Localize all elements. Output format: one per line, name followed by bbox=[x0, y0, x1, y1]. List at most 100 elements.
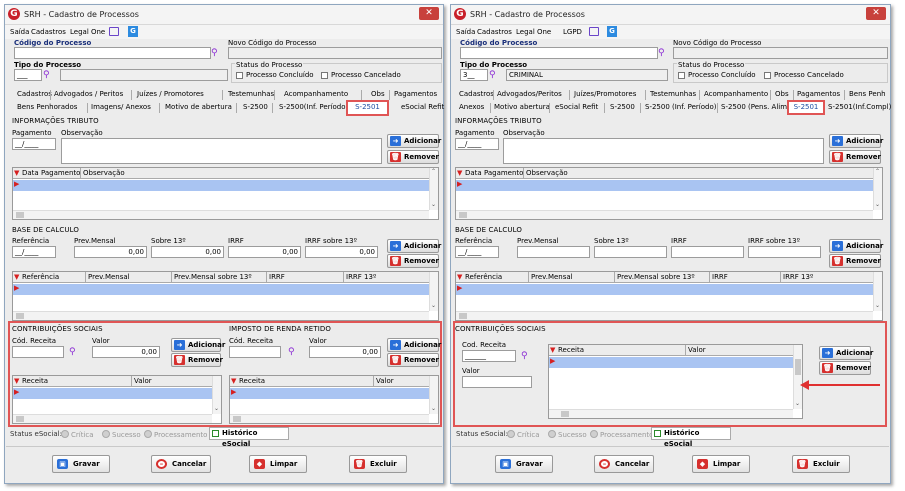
remover-button[interactable]: 🗑 Remover bbox=[387, 150, 439, 164]
tab-bens-penhorados[interactable]: Bens Penhorados bbox=[17, 103, 77, 111]
cancelado-checkbox[interactable] bbox=[321, 72, 328, 79]
monitor-icon[interactable] bbox=[589, 27, 599, 36]
table-row[interactable]: ▶ bbox=[456, 180, 873, 191]
table-row[interactable]: ▶ bbox=[549, 357, 793, 368]
tab-acompanhamento[interactable]: Acompanhamento bbox=[284, 90, 348, 98]
pagamento-input[interactable]: __/____ bbox=[12, 138, 56, 150]
tab-bens[interactable]: Bens Penh bbox=[849, 90, 886, 98]
sucesso-radio[interactable] bbox=[548, 430, 556, 438]
monitor-icon[interactable] bbox=[109, 27, 119, 36]
remover-button[interactable]: 🗑 Remover bbox=[387, 353, 439, 367]
observacao-input[interactable] bbox=[61, 138, 382, 164]
irrf13-input[interactable] bbox=[748, 246, 821, 258]
tab-esocial-refit[interactable]: eSocial Refit bbox=[555, 103, 598, 111]
tab-esocial-refit[interactable]: eSocial Refit bbox=[401, 103, 444, 111]
search-icon[interactable]: ⚲ bbox=[521, 351, 531, 361]
tab-pagamentos[interactable]: Pagamentos bbox=[394, 90, 437, 98]
remover-button[interactable]: 🗑 Remover bbox=[171, 353, 223, 367]
codigo-input[interactable] bbox=[460, 47, 658, 59]
prev-mensal-input[interactable]: 0,00 bbox=[74, 246, 147, 258]
referencia-input[interactable]: __/____ bbox=[12, 246, 56, 258]
contrib-grid[interactable]: ▼ Receita Valor ▶ ⌄ bbox=[12, 375, 222, 424]
adicionar-button[interactable]: ➜ Adicionar bbox=[819, 346, 873, 360]
valor-input[interactable]: 0,00 bbox=[92, 346, 160, 358]
tab-juizes[interactable]: Juízes / Promotores bbox=[137, 90, 204, 98]
tab-testemunhas[interactable]: Testemunhas bbox=[650, 90, 696, 98]
tab-advogados[interactable]: Advogados / Peritos bbox=[54, 90, 123, 98]
tab-s2500[interactable]: S-2500 bbox=[610, 103, 635, 111]
tab-pagamentos[interactable]: Pagamentos bbox=[797, 90, 840, 98]
remover-button[interactable]: 🗑 Remover bbox=[387, 254, 439, 268]
limpar-button[interactable]: ◆ Limpar bbox=[692, 455, 750, 473]
concluido-checkbox[interactable] bbox=[236, 72, 243, 79]
pagamento-grid[interactable]: ▼ Data Pagamento Observação ▶ ⌃ ⌄ bbox=[455, 167, 883, 220]
tab-cadastros[interactable]: Cadastros bbox=[17, 90, 52, 98]
menu-legal-one[interactable]: Legal One bbox=[70, 28, 105, 36]
tab-obs[interactable]: Obs bbox=[775, 90, 789, 98]
tab-acompanhamento[interactable]: Acompanhamento bbox=[704, 90, 768, 98]
table-row[interactable]: ▶ bbox=[13, 284, 429, 295]
tab-anexos[interactable]: Anexos bbox=[459, 103, 484, 111]
tab-juizes[interactable]: Juízes/Promotores bbox=[574, 90, 636, 98]
app-icon[interactable]: G bbox=[128, 26, 138, 37]
adicionar-button[interactable]: ➜ Adicionar bbox=[829, 134, 883, 148]
menu-lgpd[interactable]: LGPD bbox=[563, 28, 582, 36]
search-icon[interactable]: ⚲ bbox=[211, 48, 221, 58]
menu-legal-one[interactable]: Legal One bbox=[516, 28, 551, 36]
irrf-input[interactable]: 0,00 bbox=[228, 246, 301, 258]
menu-saida[interactable]: Saída bbox=[10, 28, 29, 36]
tab-s2500-periodo[interactable]: S-2500(Inf. Período) bbox=[279, 103, 348, 111]
referencia-input[interactable]: __/____ bbox=[455, 246, 499, 258]
novo-codigo-input[interactable] bbox=[228, 47, 442, 59]
pagamento-grid[interactable]: ▼ Data Pagamento Observação ▶ ⌃ ⌄ bbox=[12, 167, 439, 220]
adicionar-button[interactable]: ➜ Adicionar bbox=[387, 239, 441, 253]
tab-s2500[interactable]: S-2500 bbox=[243, 103, 268, 111]
cod-receita-input[interactable] bbox=[229, 346, 281, 358]
cancelar-button[interactable]: – Cancelar bbox=[151, 455, 211, 473]
search-icon[interactable]: ⚲ bbox=[43, 70, 53, 80]
gravar-button[interactable]: ▣ Gravar bbox=[52, 455, 110, 473]
menu-cadastros[interactable]: Cadastros bbox=[477, 28, 512, 36]
tab-testemunhas[interactable]: Testemunhas bbox=[228, 90, 274, 98]
tipo-input[interactable]: 3__ bbox=[460, 69, 488, 81]
cod-receita-input[interactable] bbox=[12, 346, 64, 358]
irrf13-input[interactable]: 0,00 bbox=[305, 246, 378, 258]
search-icon[interactable]: ⚲ bbox=[489, 70, 499, 80]
valor-input[interactable]: 0,00 bbox=[309, 346, 381, 358]
table-row[interactable]: ▶ bbox=[13, 388, 212, 399]
prev-mensal-input[interactable] bbox=[517, 246, 590, 258]
remover-button[interactable]: 🗑 Remover bbox=[829, 254, 881, 268]
close-icon[interactable]: ✕ bbox=[866, 7, 886, 20]
remover-button[interactable]: 🗑 Remover bbox=[819, 361, 871, 375]
app-icon[interactable]: G bbox=[607, 26, 617, 37]
gravar-button[interactable]: ▣ Gravar bbox=[495, 455, 553, 473]
tab-cadastros[interactable]: Cadastros bbox=[459, 90, 494, 98]
tab-s2500-pens[interactable]: S-2500 (Pens. Alim) bbox=[721, 103, 790, 111]
critica-radio[interactable] bbox=[507, 430, 515, 438]
search-icon[interactable]: ⚲ bbox=[288, 347, 298, 357]
adicionar-button[interactable]: ➜ Adicionar bbox=[829, 239, 883, 253]
menu-saida[interactable]: Saída bbox=[456, 28, 475, 36]
table-row[interactable]: ▶ bbox=[13, 180, 429, 191]
tipo-input[interactable]: ___ bbox=[14, 69, 42, 81]
novo-codigo-input[interactable] bbox=[673, 47, 888, 59]
tab-s2501-selected[interactable]: S-2501 bbox=[787, 100, 825, 115]
historico-tab[interactable]: Histórico eSocial bbox=[209, 427, 289, 448]
cod-receita-input[interactable]: ______ bbox=[462, 350, 516, 362]
base-calculo-grid[interactable]: ▼ Referência Prev.Mensal Prev.Mensal sobre … bbox=[455, 271, 883, 321]
remover-button[interactable]: 🗑 Remover bbox=[829, 150, 881, 164]
search-icon[interactable]: ⚲ bbox=[69, 347, 79, 357]
sobre13-input[interactable] bbox=[594, 246, 667, 258]
excluir-button[interactable]: 🗑 Excluir bbox=[792, 455, 850, 473]
adicionar-button[interactable]: ➜ Adicionar bbox=[387, 134, 441, 148]
irrf-input[interactable] bbox=[671, 246, 744, 258]
tab-motivo[interactable]: Motivo abertura bbox=[494, 103, 550, 111]
tab-s2501-selected[interactable]: S-2501 bbox=[346, 100, 389, 116]
base-calculo-grid[interactable]: ▼ Referência Prev.Mensal Prev.Mensal sobre … bbox=[12, 271, 439, 321]
pagamento-input[interactable]: __/____ bbox=[455, 138, 499, 150]
tab-motivo[interactable]: Motivo de abertura bbox=[165, 103, 232, 111]
imposto-grid[interactable]: ▼ Receita Valor ▶ ⌄ bbox=[229, 375, 439, 424]
cancelar-button[interactable]: – Cancelar bbox=[594, 455, 654, 473]
sobre13-input[interactable]: 0,00 bbox=[151, 246, 224, 258]
cancelado-checkbox[interactable] bbox=[764, 72, 771, 79]
